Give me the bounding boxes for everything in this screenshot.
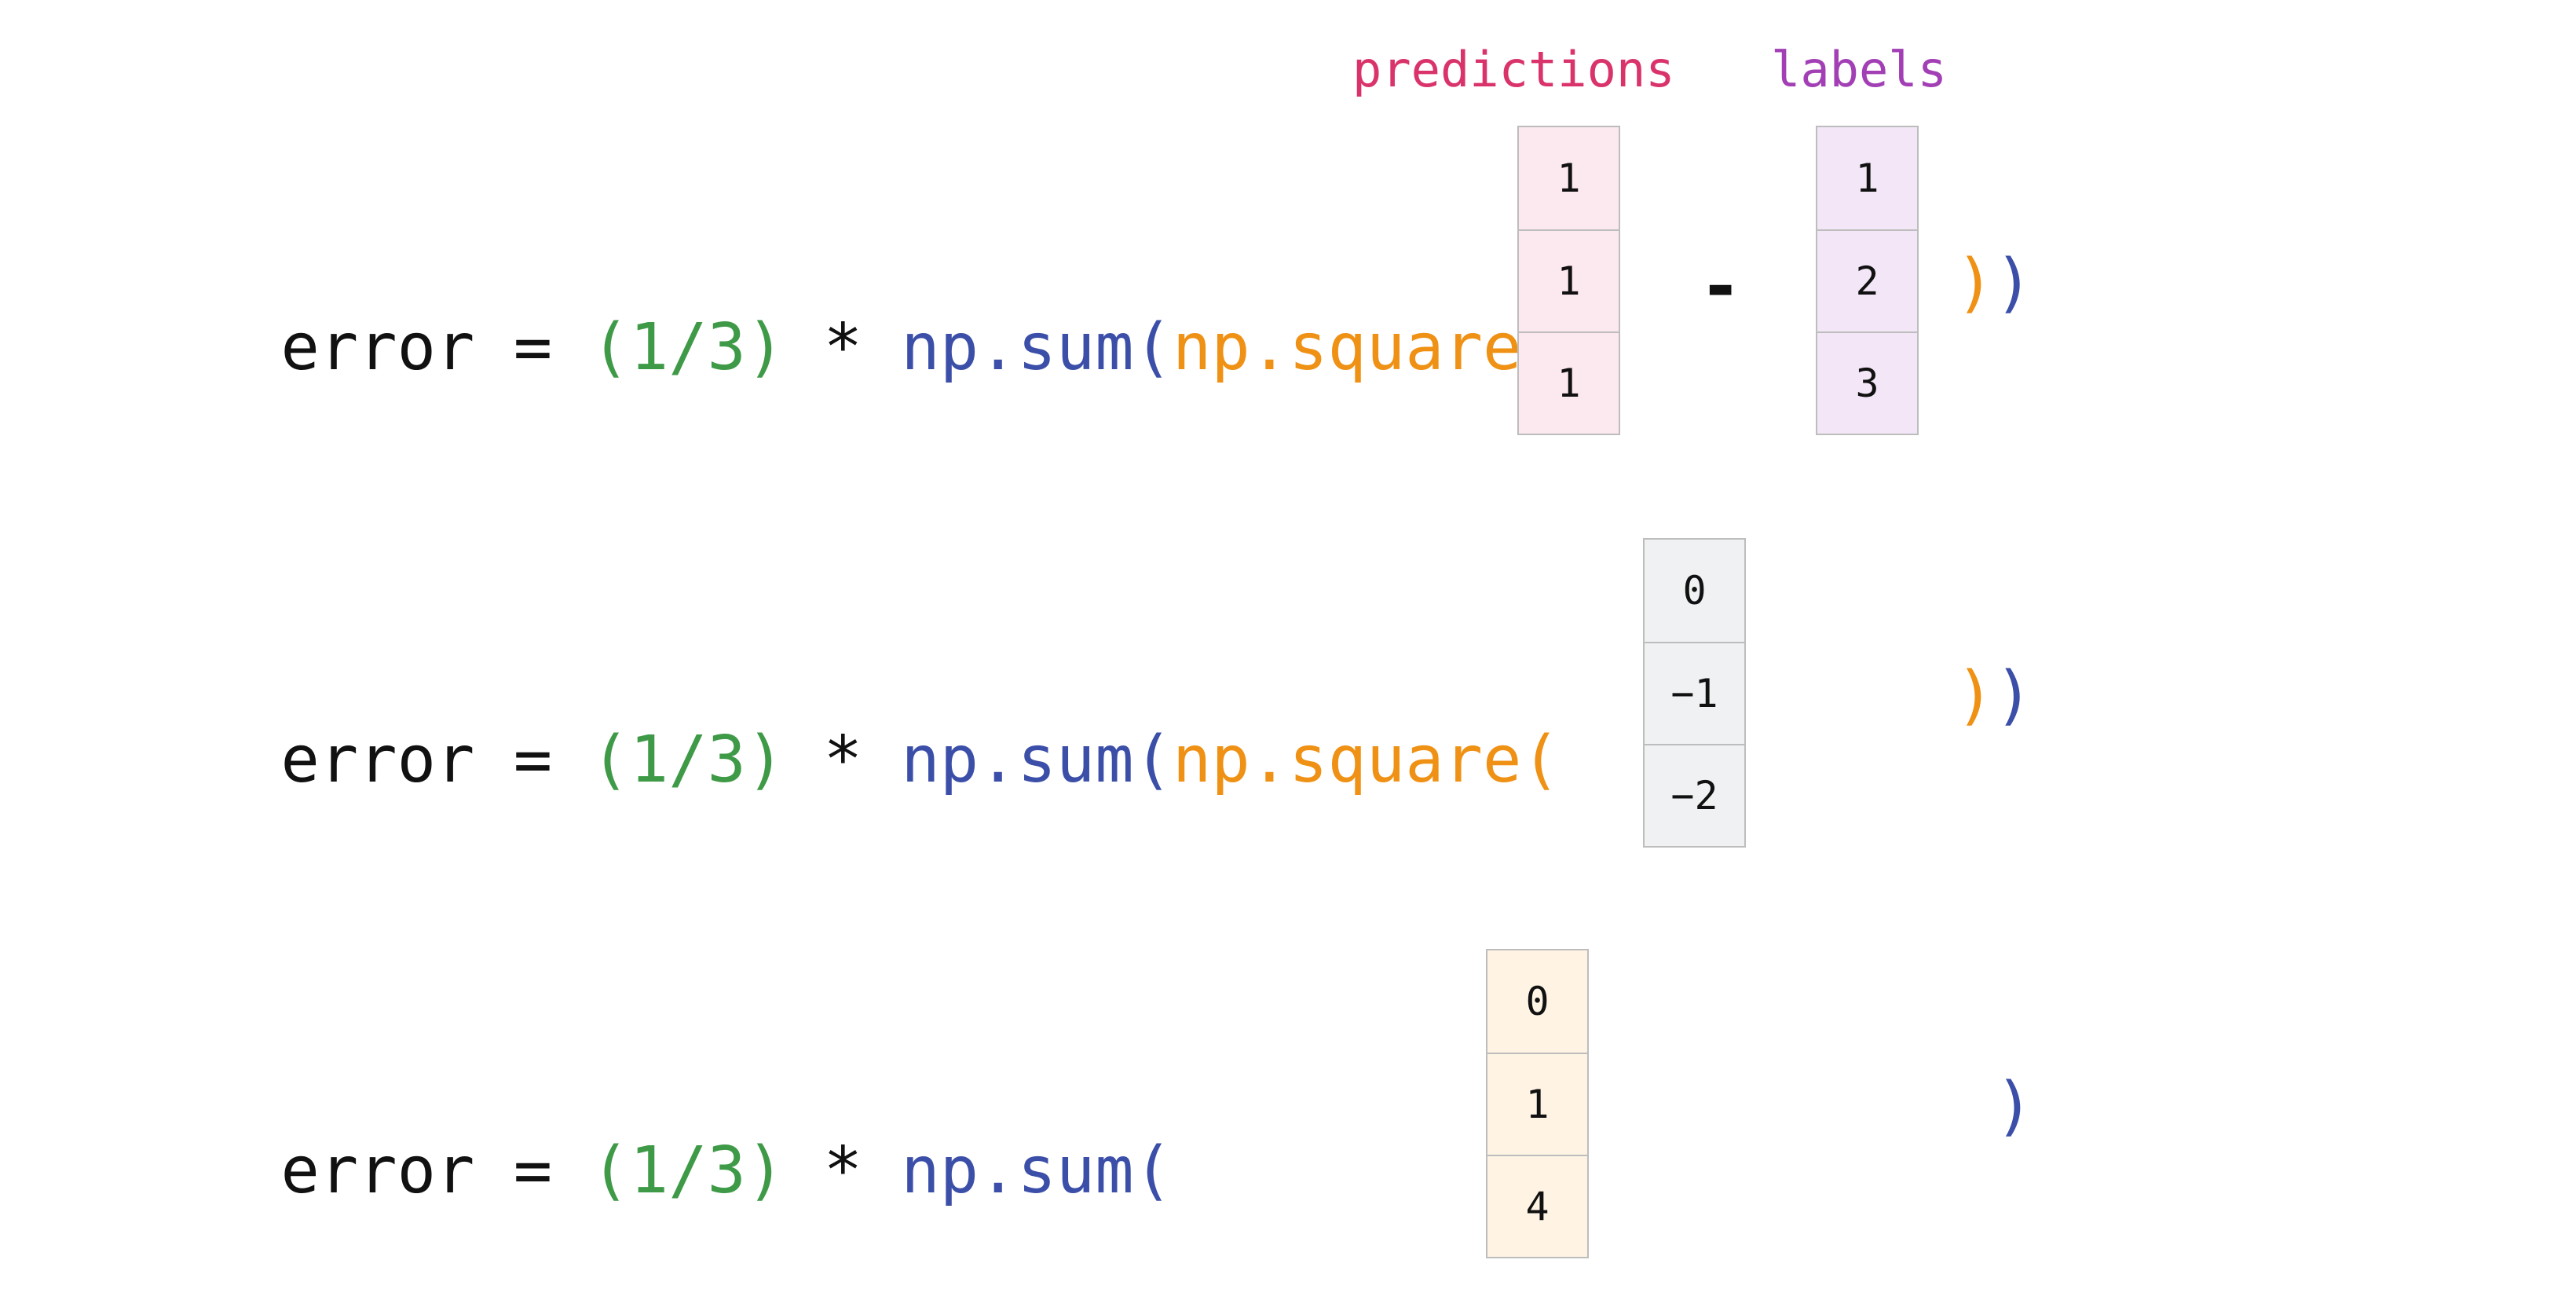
equals-sign: = [513, 723, 553, 797]
predictions-array: 1 1 1 [1517, 126, 1620, 435]
minus-operator: - [1706, 245, 1736, 328]
np-sum-close: ) [1994, 658, 2033, 733]
closing-paren-3: ) [1995, 1075, 2033, 1139]
array-cell: 1 [1557, 156, 1581, 201]
code-line-1: error = (1/3) * np.sum(np.square( [126, 251, 1561, 445]
error-var: error [280, 1133, 475, 1208]
scale-factor: (1/3) [591, 310, 785, 385]
np-sum-open: np.sum( [901, 1133, 1173, 1208]
array-cell: 0 [1525, 979, 1550, 1024]
np-square-close: ) [1956, 658, 1995, 733]
scale-factor: (1/3) [591, 723, 785, 797]
code-line-2: error = (1/3) * np.sum(np.square( [126, 664, 1561, 857]
np-square-open: np.square( [1173, 310, 1561, 385]
array-cell: 4 [1487, 1155, 1587, 1257]
predictions-label: predictions [1352, 41, 1675, 98]
labels-array: 1 2 3 [1816, 126, 1919, 435]
labels-label: labels [1771, 41, 1947, 98]
error-var: error [280, 310, 475, 385]
array-cell: −1 [1645, 642, 1744, 744]
array-cell: 2 [1817, 229, 1917, 331]
difference-array: 0 −1 −2 [1643, 538, 1746, 848]
array-cell: −2 [1645, 744, 1744, 846]
array-cell: 1 [1487, 1053, 1587, 1155]
np-sum-close: ) [1995, 1069, 2034, 1144]
np-sum-open: np.sum( [901, 723, 1173, 797]
array-cell: 3 [1817, 331, 1917, 434]
multiply-sign: * [823, 310, 863, 385]
error-var: error [280, 723, 475, 797]
multiply-sign: * [823, 1133, 863, 1208]
equals-sign: = [513, 1133, 553, 1208]
scale-factor: (1/3) [591, 1133, 785, 1208]
np-square-open: np.square( [1173, 723, 1561, 797]
multiply-sign: * [823, 723, 863, 797]
np-sum-open: np.sum( [901, 310, 1173, 385]
array-cell: 1 [1519, 331, 1619, 434]
array-cell: 0 [1682, 568, 1707, 613]
squared-array: 0 1 4 [1486, 949, 1589, 1258]
diagram: error = (1/3) * np.sum(np.square( predic… [0, 0, 2576, 1311]
array-cell: 1 [1855, 156, 1879, 201]
closing-parens-1: )) [1956, 251, 2033, 316]
code-line-3: error = (1/3) * np.sum( [126, 1075, 1173, 1268]
closing-parens-2: )) [1956, 664, 2033, 728]
np-square-close: ) [1956, 246, 1995, 320]
array-cell: 1 [1519, 229, 1619, 331]
np-sum-close: ) [1994, 246, 2033, 320]
equals-sign: = [513, 310, 553, 385]
